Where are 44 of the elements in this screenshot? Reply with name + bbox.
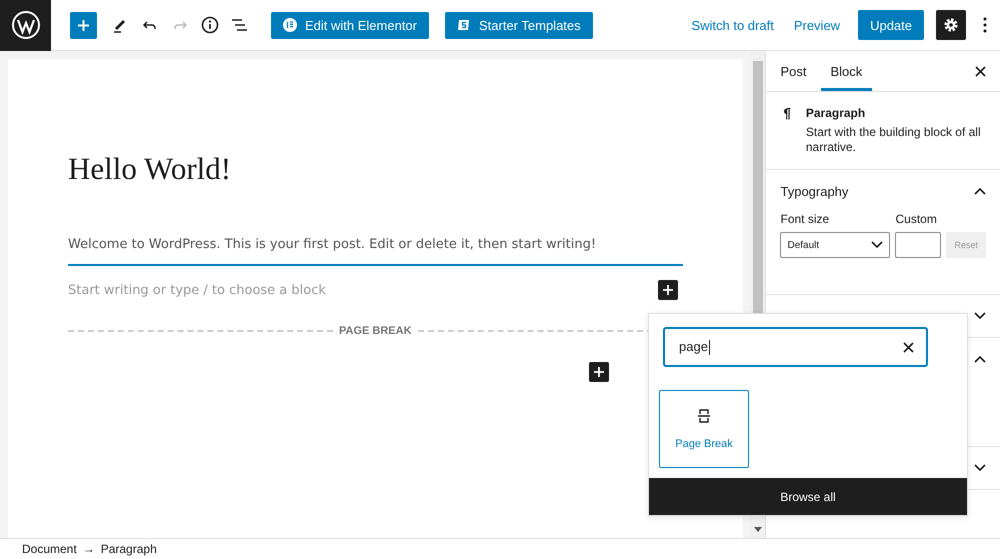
panel-toggle[interactable]: Typography bbox=[780, 170, 986, 212]
settings-button[interactable] bbox=[936, 10, 966, 40]
add-block-button[interactable] bbox=[658, 280, 678, 300]
chevron-up-icon bbox=[974, 187, 986, 195]
chevron-up-icon bbox=[974, 355, 986, 363]
plus-icon bbox=[77, 18, 90, 32]
block-search-field[interactable]: page bbox=[663, 327, 928, 367]
elementor-icon bbox=[283, 18, 297, 32]
sidebar-tab[interactable]: Post bbox=[770, 51, 816, 91]
font-size-label: Font size bbox=[780, 212, 830, 226]
browse-all-button[interactable]: Browse all bbox=[649, 478, 967, 515]
sidebar-tab[interactable]: Block bbox=[820, 51, 872, 91]
scroll-down-icon bbox=[754, 527, 762, 532]
add-block-button[interactable] bbox=[588, 362, 609, 382]
templates-button[interactable]: Starter Templates bbox=[445, 12, 593, 38]
custom-size-field[interactable] bbox=[895, 232, 942, 258]
paragraph-icon bbox=[782, 106, 792, 122]
gear-icon bbox=[943, 17, 959, 33]
close-icon bbox=[975, 66, 986, 76]
block-description: Start with the building block of all narrative. bbox=[806, 125, 982, 155]
plus-icon bbox=[592, 366, 605, 378]
breadcrumb-item[interactable]: Paragraph bbox=[100, 542, 157, 556]
elementor-button[interactable]: Edit with Elementor bbox=[271, 12, 429, 38]
update-button[interactable]: Update bbox=[858, 10, 924, 40]
chevron-down-icon bbox=[974, 464, 986, 472]
plus-icon bbox=[662, 284, 674, 296]
chevron-down-icon bbox=[871, 241, 884, 249]
search-text: page bbox=[679, 338, 708, 354]
page-break-icon bbox=[698, 408, 710, 424]
font-size-select[interactable]: Default bbox=[780, 232, 890, 258]
clear-icon bbox=[903, 342, 914, 352]
page-break-label: PAGE BREAK bbox=[339, 325, 412, 337]
paragraph-block[interactable]: Welcome to WordPress. This is your first post. Edit or delete it, then start writing! bbox=[68, 237, 683, 266]
breadcrumb-item[interactable]: Document bbox=[22, 542, 77, 556]
wordpress-logo[interactable] bbox=[0, 0, 51, 50]
custom-label: Custom bbox=[895, 212, 938, 226]
block-result[interactable]: Page Break bbox=[659, 390, 749, 468]
post-title[interactable]: Hello World! bbox=[68, 151, 683, 187]
block-title: Paragraph bbox=[806, 106, 866, 120]
preview-link[interactable]: Preview bbox=[784, 18, 850, 32]
templates-icon bbox=[457, 18, 471, 32]
switch-to-draft-link[interactable]: Switch to draft bbox=[681, 18, 784, 32]
chevron-down-icon bbox=[974, 312, 986, 320]
breadcrumb-separator: → bbox=[82, 542, 95, 556]
